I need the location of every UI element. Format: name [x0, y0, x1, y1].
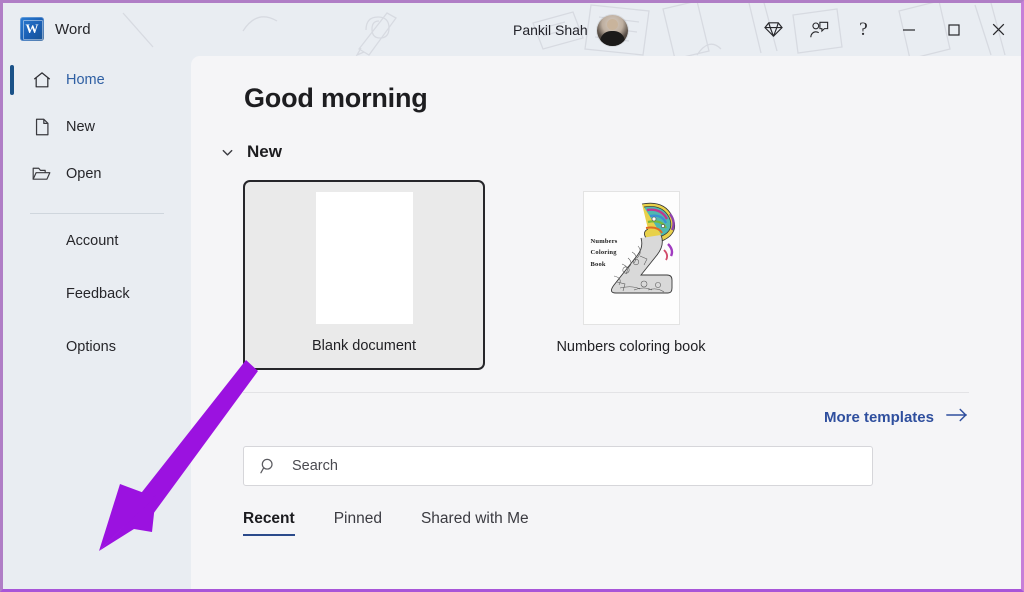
minimize-icon[interactable]	[886, 3, 931, 56]
diamond-icon[interactable]	[751, 3, 796, 56]
sidebar-item-options-label: Options	[66, 338, 116, 355]
tab-shared-with-me-label: Shared with Me	[420, 510, 529, 527]
maximize-icon[interactable]	[931, 3, 976, 56]
tab-recent[interactable]: Recent	[243, 510, 295, 536]
page-title: Good morning	[244, 83, 428, 113]
arrow-right-icon	[945, 407, 969, 427]
user-account-area[interactable]: Pankil Shah	[513, 13, 628, 47]
window-controls: ?	[751, 3, 1021, 56]
sidebar-item-feedback-label: Feedback	[66, 285, 130, 302]
new-section-title: New	[247, 142, 282, 161]
app-brand: W Word	[20, 17, 91, 41]
sidebar-item-account[interactable]: Account	[3, 214, 191, 267]
sidebar-item-home[interactable]: Home	[3, 56, 191, 103]
more-templates-label: More templates	[823, 408, 934, 426]
tab-pinned-label: Pinned	[333, 510, 382, 527]
new-document-icon	[31, 116, 52, 137]
word-logo-letter: W	[25, 21, 39, 36]
template-card-numbers-coloring-book[interactable]: Numbers Coloring Book Numbers coloring boo…	[511, 180, 751, 370]
template-card-label: Blank document	[312, 338, 416, 354]
sidebar-item-feedback[interactable]: Feedback	[3, 267, 191, 320]
template-thumbnail-wrap: Numbers Coloring Book	[511, 192, 751, 324]
document-list-tabs: Recent Pinned Shared with Me	[243, 510, 1021, 536]
sidebar-item-new[interactable]: New	[3, 103, 191, 150]
template-gallery: Blank document Numbers Coloring Book Num…	[243, 180, 1021, 370]
sidebar-item-open[interactable]: Open	[3, 150, 191, 197]
help-icon[interactable]: ?	[841, 3, 886, 56]
title-bar: W Word Pankil Shah ?	[3, 3, 1021, 56]
sidebar-item-account-label: Account	[66, 232, 119, 249]
more-templates-row: More templates	[243, 392, 969, 427]
active-indicator	[10, 65, 14, 95]
tab-shared-with-me[interactable]: Shared with Me	[421, 510, 529, 536]
home-icon	[31, 69, 52, 90]
new-section-header[interactable]: New	[219, 142, 1021, 162]
tab-recent-label: Recent	[243, 510, 295, 527]
feedback-person-icon[interactable]	[796, 3, 841, 56]
tab-pinned[interactable]: Pinned	[334, 510, 382, 536]
avatar[interactable]	[596, 14, 628, 46]
search-row	[243, 446, 1021, 486]
sidebar-item-open-label: Open	[66, 165, 102, 182]
app-name-label: Word	[55, 20, 91, 38]
template-card-label: Numbers coloring book	[556, 339, 706, 355]
search-icon	[244, 457, 292, 476]
chevron-down-icon[interactable]	[219, 144, 236, 161]
template-thumbnail-wrap	[245, 192, 483, 324]
more-templates-link[interactable]: More templates	[824, 407, 969, 427]
sidebar-item-home-label: Home	[66, 71, 105, 88]
user-name-label: Pankil Shah	[513, 22, 588, 38]
template-card-blank-document[interactable]: Blank document	[243, 180, 485, 370]
word-logo-icon: W	[20, 17, 44, 41]
word-start-screen: W Word Pankil Shah ? Home New Open Accou…	[0, 0, 1024, 592]
coloring-book-cover-text: Numbers Coloring Book	[590, 238, 618, 268]
search-input[interactable]	[292, 447, 872, 485]
search-box[interactable]	[243, 446, 873, 486]
blank-document-thumbnail	[315, 192, 413, 324]
close-icon[interactable]	[976, 3, 1021, 56]
open-folder-icon	[31, 163, 52, 184]
sidebar-item-options[interactable]: Options	[3, 320, 191, 373]
main-content: Good morning New Blank document Numbers …	[191, 56, 1021, 589]
coloring-book-thumbnail: Numbers Coloring Book	[583, 192, 679, 324]
sidebar-item-new-label: New	[66, 118, 96, 135]
sidebar: Home New Open Account Feedback Options	[3, 56, 191, 589]
